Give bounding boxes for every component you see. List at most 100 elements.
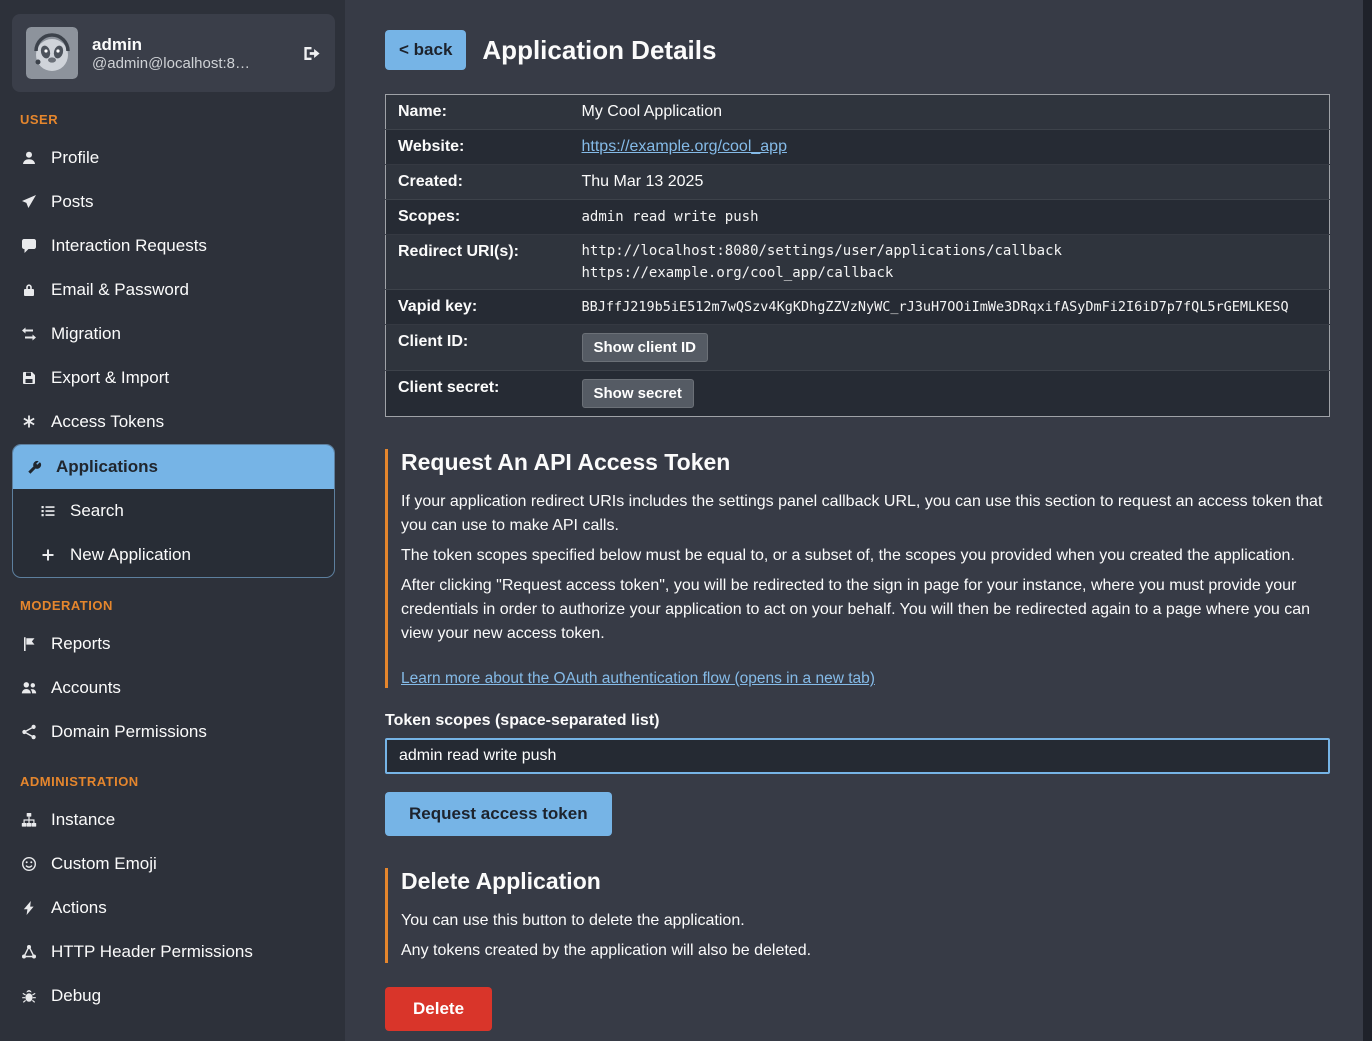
sidebar-item-accounts[interactable]: Accounts (0, 666, 345, 710)
user-handle: @admin@localhost:80… (92, 55, 252, 72)
main-content: < back Application Details Name: My Cool… (345, 0, 1372, 1041)
table-row-scopes: Scopes: admin read write push (386, 200, 1330, 235)
application-details-table: Name: My Cool Application Website: https… (385, 94, 1330, 417)
sidebar-item-label: Interaction Requests (51, 236, 207, 256)
sidebar-item-email-password[interactable]: Email & Password (0, 268, 345, 312)
row-label: Vapid key: (386, 290, 576, 325)
sidebar-item-migration[interactable]: Migration (0, 312, 345, 356)
vapid-key-value: BBJffJ219b5iE512m7wQSzv4KgKDhgZZVzNyWC_r… (576, 290, 1330, 325)
section-label-administration: ADMINISTRATION (20, 774, 329, 789)
section-label-user: USER (20, 112, 329, 127)
paper-plane-icon (20, 194, 38, 210)
sidebar-item-label: Email & Password (51, 280, 189, 300)
sidebar-item-label: Reports (51, 634, 111, 654)
sidebar-item-label: Instance (51, 810, 115, 830)
sidebar-item-domain-permissions[interactable]: Domain Permissions (0, 710, 345, 754)
sidebar-item-label: Accounts (51, 678, 121, 698)
applications-group: Applications Search New Application (12, 444, 335, 578)
request-token-section: Request An API Access Token If your appl… (385, 449, 1330, 688)
table-row-website: Website: https://example.org/cool_app (386, 130, 1330, 165)
show-secret-button[interactable]: Show secret (582, 379, 694, 408)
sidebar-item-debug[interactable]: Debug (0, 974, 345, 1018)
sidebar-item-access-tokens[interactable]: Access Tokens (0, 400, 345, 444)
token-scopes-input[interactable] (385, 738, 1330, 774)
page-title: Application Details (482, 35, 716, 66)
user-card[interactable]: admin @admin@localhost:80… (12, 14, 335, 92)
row-label: Website: (386, 130, 576, 165)
request-token-paragraph: If your application redirect URIs includ… (401, 490, 1330, 538)
request-token-title: Request An API Access Token (401, 449, 1330, 476)
sidebar-item-label: Debug (51, 986, 101, 1006)
table-row-created: Created: Thu Mar 13 2025 (386, 165, 1330, 200)
sidebar-item-label: HTTP Header Permissions (51, 942, 253, 962)
sidebar-item-new-application[interactable]: New Application (13, 533, 334, 577)
share-nodes-icon (20, 724, 38, 740)
sidebar-item-label: Actions (51, 898, 107, 918)
sidebar-item-label: Access Tokens (51, 412, 164, 432)
sidebar-item-http-header-permissions[interactable]: HTTP Header Permissions (0, 930, 345, 974)
sidebar-item-label: New Application (70, 545, 191, 565)
row-label: Created: (386, 165, 576, 200)
page-header: < back Application Details (385, 30, 1330, 70)
arrows-exchange-icon (20, 326, 38, 342)
request-token-paragraph: The token scopes specified below must be… (401, 544, 1330, 568)
request-access-token-button[interactable]: Request access token (385, 792, 612, 836)
row-label: Name: (386, 95, 576, 130)
sidebar-item-posts[interactable]: Posts (0, 180, 345, 224)
delete-button[interactable]: Delete (385, 987, 492, 1031)
table-row-client-id: Client ID: Show client ID (386, 325, 1330, 371)
table-row-redirect-uris: Redirect URI(s): http://localhost:8080/s… (386, 235, 1330, 290)
sidebar-item-applications[interactable]: Applications (13, 445, 334, 489)
row-value: My Cool Application (576, 95, 1330, 130)
lock-icon (20, 282, 38, 298)
bolt-icon (20, 900, 38, 916)
delete-info-line: You can use this button to delete the ap… (401, 909, 1330, 933)
sidebar-item-profile[interactable]: Profile (0, 136, 345, 180)
plus-icon (39, 547, 57, 563)
sidebar-item-label: Profile (51, 148, 99, 168)
delete-info-line: Any tokens created by the application wi… (401, 939, 1330, 963)
sidebar-item-instance[interactable]: Instance (0, 798, 345, 842)
sidebar-item-label: Export & Import (51, 368, 169, 388)
user-name: admin (92, 35, 252, 55)
sidebar-item-label: Domain Permissions (51, 722, 207, 742)
scopes-value: admin read write push (576, 200, 1330, 235)
table-row-name: Name: My Cool Application (386, 95, 1330, 130)
row-label: Redirect URI(s): (386, 235, 576, 290)
users-icon (20, 680, 38, 696)
sidebar-item-actions[interactable]: Actions (0, 886, 345, 930)
avatar (26, 27, 78, 79)
row-value: Thu Mar 13 2025 (576, 165, 1330, 200)
redirect-uri-2: https://example.org/cool_app/callback (582, 265, 1324, 281)
oauth-docs-link[interactable]: Learn more about the OAuth authenticatio… (401, 670, 875, 688)
section-label-moderation: MODERATION (20, 598, 329, 613)
row-label: Client ID: (386, 325, 576, 371)
sidebar-item-interaction-requests[interactable]: Interaction Requests (0, 224, 345, 268)
redirect-uri-1: http://localhost:8080/settings/user/appl… (582, 243, 1324, 259)
table-row-vapid-key: Vapid key: BBJffJ219b5iE512m7wQSzv4KgKDh… (386, 290, 1330, 325)
sidebar: admin @admin@localhost:80… USER Profile … (0, 0, 345, 1041)
floppy-disk-icon (20, 370, 38, 386)
smiley-icon (20, 856, 38, 872)
row-label: Client secret: (386, 371, 576, 417)
row-label: Scopes: (386, 200, 576, 235)
back-button[interactable]: < back (385, 30, 466, 70)
wrench-icon (25, 459, 43, 475)
sidebar-item-applications-search[interactable]: Search (13, 489, 334, 533)
list-icon (39, 503, 57, 519)
network-icon (20, 944, 38, 960)
request-token-paragraph: After clicking "Request access token", y… (401, 574, 1330, 646)
website-link[interactable]: https://example.org/cool_app (582, 138, 787, 155)
logout-icon[interactable] (302, 44, 321, 63)
delete-application-title: Delete Application (401, 868, 1330, 895)
sidebar-item-label: Search (70, 501, 124, 521)
table-row-client-secret: Client secret: Show secret (386, 371, 1330, 417)
scrollbar[interactable] (1363, 0, 1372, 1041)
show-client-id-button[interactable]: Show client ID (582, 333, 709, 362)
sidebar-item-export-import[interactable]: Export & Import (0, 356, 345, 400)
sidebar-item-custom-emoji[interactable]: Custom Emoji (0, 842, 345, 886)
delete-application-section: Delete Application You can use this butt… (385, 868, 1330, 963)
sidebar-item-label: Custom Emoji (51, 854, 157, 874)
sitemap-icon (20, 812, 38, 828)
sidebar-item-reports[interactable]: Reports (0, 622, 345, 666)
